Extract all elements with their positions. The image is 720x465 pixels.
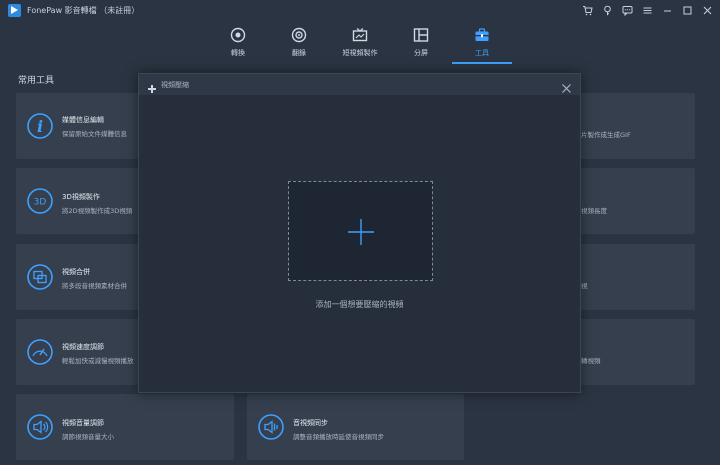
tab-label: 分屏	[414, 49, 428, 57]
close-icon[interactable]	[700, 3, 714, 17]
app-logo-icon	[8, 3, 21, 17]
tab-label: 工具	[475, 49, 489, 57]
tool-title: 媒體信息編輯	[62, 116, 104, 124]
compress-dialog: 視頻壓縮 添加一個想要壓縮的視頻	[138, 73, 581, 393]
title-bar: FonePaw 影音轉檔 （未註冊）	[0, 0, 720, 20]
feedback-icon[interactable]	[620, 3, 634, 17]
tool-desc: 視	[581, 282, 588, 290]
merge-icon	[26, 263, 54, 291]
tab-toolbox[interactable]: 工具	[452, 24, 512, 64]
convert-icon	[229, 26, 247, 44]
app-title: FonePaw 影音轉檔 （未註冊）	[27, 5, 140, 15]
tool-desc: 調節視頻音量大小	[62, 433, 114, 441]
tool-title: 視頻合併	[62, 268, 90, 276]
main-nav: 轉換 翻錄 短視頻製作 分屏 工具	[0, 20, 720, 64]
3d-icon: 3D	[26, 187, 54, 215]
key-icon[interactable]	[600, 3, 614, 17]
speedometer-icon	[26, 338, 54, 366]
tool-title: 視頻音量調節	[62, 419, 104, 427]
dropzone-hint: 添加一個想要壓縮的視頻	[315, 300, 404, 309]
svg-text:3D: 3D	[34, 198, 47, 208]
mv-icon	[351, 26, 369, 44]
tab-label: 短視頻製作	[342, 49, 378, 57]
toolbox-icon	[473, 26, 491, 44]
add-icon	[346, 217, 376, 247]
tool-desc: 視頻長度	[581, 207, 607, 215]
svg-text:i: i	[37, 117, 43, 136]
collage-icon	[412, 26, 430, 44]
tool-card-volume[interactable]: 視頻音量調節 調節視頻音量大小	[16, 394, 234, 460]
info-icon: i	[26, 112, 54, 140]
tool-desc: 片製作成生成GIF	[581, 131, 631, 139]
tab-label: 翻錄	[292, 49, 306, 57]
dialog-close-icon[interactable]	[561, 79, 572, 93]
minimize-icon[interactable]	[660, 3, 674, 17]
tab-mv[interactable]: 短視頻製作	[330, 24, 390, 64]
av-sync-icon	[257, 413, 285, 441]
dialog-header: 視頻壓縮	[139, 74, 580, 95]
tool-desc: 保留原始文件媒體信息	[62, 130, 127, 138]
maximize-icon[interactable]	[680, 3, 694, 17]
tab-convert[interactable]: 轉換	[208, 24, 268, 64]
cart-icon[interactable]	[580, 3, 594, 17]
volume-icon	[26, 413, 54, 441]
tool-title: 視頻速度調節	[62, 343, 104, 351]
rip-disc-icon	[290, 26, 308, 44]
tab-collage[interactable]: 分屏	[391, 24, 451, 64]
plus-icon	[147, 79, 157, 93]
tab-label: 轉換	[231, 49, 245, 57]
tool-title: 音視頻同步	[293, 419, 328, 427]
tool-desc: 轉視頻	[581, 357, 601, 365]
tool-desc: 將多段音視頻素材合併	[62, 282, 127, 290]
tool-title: 3D視頻製作	[62, 193, 100, 201]
tool-desc: 輕鬆加快或減慢視頻播放	[62, 357, 134, 365]
tool-desc: 調整音頻播放時延使音視頻同步	[293, 433, 384, 441]
tool-card-av-sync[interactable]: 音視頻同步 調整音頻播放時延使音視頻同步	[247, 394, 464, 460]
add-video-dropzone[interactable]	[288, 181, 433, 281]
tool-desc: 將2D視頻製作成3D視頻	[62, 207, 133, 215]
dialog-title: 視頻壓縮	[161, 81, 189, 89]
menu-icon[interactable]	[640, 3, 654, 17]
section-title: 常用工具	[18, 76, 55, 86]
tab-rip[interactable]: 翻錄	[269, 24, 329, 64]
